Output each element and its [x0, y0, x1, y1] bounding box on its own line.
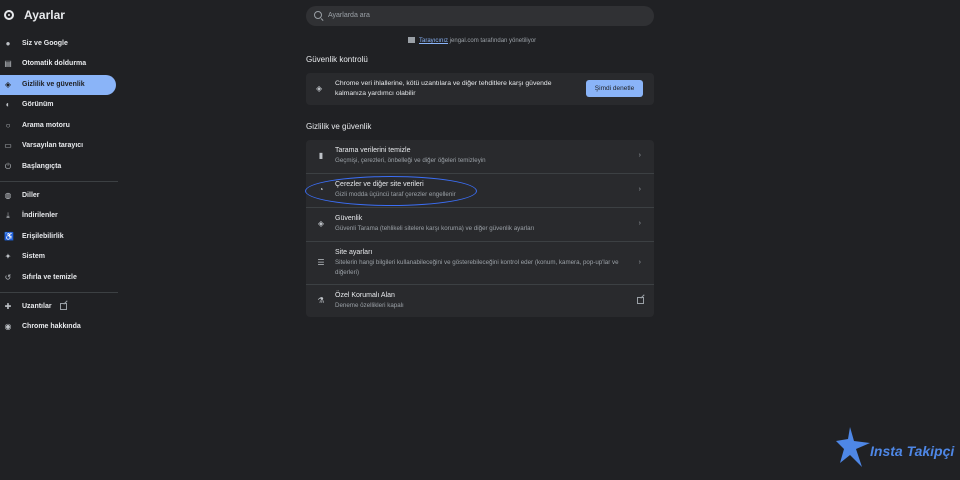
download-icon: ⤓: [6, 211, 10, 220]
shield-icon: ◈: [316, 84, 323, 93]
sidebar-item-about-chrome[interactable]: ◉ Chrome hakkında: [0, 317, 116, 337]
row-subtitle: Sitelerin hangi bilgileri kullanabileceğ…: [335, 259, 619, 276]
sidebar-item-autofill[interactable]: ▤ Otomatik doldurma: [0, 54, 116, 74]
site-settings-row[interactable]: ☰ Site ayarları Sitelerin hangi bilgiler…: [306, 242, 654, 284]
search-icon: ○: [5, 121, 11, 130]
external-link-icon: [637, 297, 644, 304]
chevron-right-icon: ›: [638, 186, 641, 193]
sidebar-item-label: Chrome hakkında: [22, 323, 81, 330]
security-row[interactable]: ◈ Güvenlik Güvenli Tarama (tehlikeli sit…: [306, 208, 654, 241]
trash-icon: ▮: [318, 151, 324, 160]
sidebar-divider: [0, 292, 118, 293]
browser-icon: ▭: [4, 141, 12, 150]
row-title: Özel Korumalı Alan: [335, 292, 395, 299]
wrench-icon: ✦: [4, 252, 12, 261]
check-now-button[interactable]: Şimdi denetle: [586, 80, 643, 97]
search-placeholder: Ayarlarda ara: [328, 12, 370, 19]
safety-check-description: Chrome veri ihlallerine, kötü uzantılara…: [335, 80, 552, 97]
sidebar-item-reset[interactable]: ↺ Sıfırla ve temizle: [0, 268, 116, 288]
privacy-sandbox-row[interactable]: ⚗ Özel Korumalı Alan Deneme özellikleri …: [306, 285, 654, 317]
sidebar-item-label: Görünüm: [22, 101, 54, 108]
row-subtitle: Geçmişi, çerezleri, önbelleği ve diğer ö…: [335, 157, 486, 164]
sidebar-item-label: Erişilebilirlik: [22, 233, 64, 240]
sidebar: ● Siz ve Google ▤ Otomatik doldurma ◈ Gi…: [0, 32, 120, 480]
sidebar-item-extensions[interactable]: ✚ Uzantılar: [0, 297, 116, 317]
sidebar-item-label: Otomatik doldurma: [22, 60, 87, 67]
sidebar-item-privacy-security[interactable]: ◈ Gizlilik ve güvenlik: [0, 75, 116, 95]
sidebar-item-label: Başlangıçta: [22, 163, 62, 170]
sidebar-item-downloads[interactable]: ⤓ İndirilenler: [0, 206, 116, 226]
chrome-icon: ◉: [4, 322, 12, 331]
watermark-text: Insta Takipçi: [870, 443, 955, 459]
safety-check-card: ◈ Chrome veri ihlallerine, kötü uzantıla…: [306, 73, 654, 105]
row-subtitle: Güvenli Tarama (tehlikeli sitelere karşı…: [335, 225, 535, 232]
power-icon: ⏻: [4, 162, 12, 171]
managed-text: jengal.com tarafından yönetiliyor: [448, 38, 537, 44]
row-title: Site ayarları: [335, 249, 373, 256]
sidebar-item-default-browser[interactable]: ▭ Varsayılan tarayıcı: [0, 136, 116, 156]
sidebar-item-you-and-google[interactable]: ● Siz ve Google: [0, 34, 116, 54]
chevron-right-icon: ›: [638, 152, 641, 159]
sidebar-item-search-engine[interactable]: ○ Arama motoru: [0, 116, 116, 136]
person-icon: ●: [5, 39, 11, 48]
row-title: Güvenlik: [335, 215, 363, 222]
building-icon: [408, 37, 415, 43]
privacy-card: ▮ Tarama verilerini temizle Geçmişi, çer…: [306, 140, 654, 317]
top-bar: Ayarlar Ayarlarda ara: [0, 0, 960, 32]
sidebar-item-label: Sıfırla ve temizle: [22, 274, 77, 281]
search-icon: [314, 11, 322, 19]
accessibility-icon: ♿: [4, 232, 14, 241]
sidebar-item-appearance[interactable]: ◐ Görünüm: [0, 95, 116, 115]
chevron-right-icon: ›: [638, 220, 641, 227]
watermark-logo: Insta Takipçi: [836, 425, 955, 469]
sidebar-item-label: Sistem: [22, 253, 45, 260]
highlight-ellipse: [305, 176, 477, 206]
clear-browsing-data-row[interactable]: ▮ Tarama verilerini temizle Geçmişi, çer…: [306, 140, 654, 173]
autofill-icon: ▤: [4, 59, 12, 68]
safety-check-heading: Güvenlik kontrolü: [306, 55, 368, 64]
sidebar-item-label: Gizlilik ve güvenlik: [22, 81, 85, 88]
shield-icon: ◈: [4, 80, 12, 89]
row-title: Tarama verilerini temizle: [335, 147, 411, 154]
sidebar-item-label: Siz ve Google: [22, 40, 68, 47]
row-subtitle: Deneme özellikleri kapalı: [335, 302, 404, 309]
sliders-icon: ☰: [317, 258, 325, 267]
puzzle-icon: ✚: [4, 302, 12, 311]
chrome-logo-icon: [4, 10, 14, 20]
sidebar-item-accessibility[interactable]: ♿ Erişilebilirlik: [0, 227, 116, 247]
globe-icon: ◍: [4, 191, 12, 200]
privacy-heading: Gizlilik ve güvenlik: [306, 122, 372, 131]
external-link-icon: [60, 303, 67, 310]
sidebar-divider: [0, 181, 118, 182]
history-icon: ↺: [4, 273, 12, 282]
sidebar-item-system[interactable]: ✦ Sistem: [0, 247, 116, 267]
managed-link[interactable]: Tarayıcınız: [419, 38, 448, 44]
search-input[interactable]: Ayarlarda ara: [306, 6, 654, 26]
sidebar-item-on-startup[interactable]: ⏻ Başlangıçta: [0, 157, 116, 177]
sidebar-item-label: Diller: [22, 192, 40, 199]
sidebar-item-label: Varsayılan tarayıcı: [22, 142, 84, 149]
sidebar-item-languages[interactable]: ◍ Diller: [0, 186, 116, 206]
sidebar-item-label: Arama motoru: [22, 122, 70, 129]
sidebar-item-label: Uzantılar: [22, 303, 52, 310]
chevron-right-icon: ›: [638, 259, 641, 266]
shield-icon: ◈: [317, 219, 325, 228]
flask-icon: ⚗: [317, 296, 325, 305]
page-title: Ayarlar: [24, 8, 65, 22]
sidebar-item-label: İndirilenler: [22, 212, 58, 219]
managed-notice: Tarayıcınız jengal.com tarafından yöneti…: [408, 37, 536, 44]
palette-icon: ◐: [5, 100, 11, 109]
